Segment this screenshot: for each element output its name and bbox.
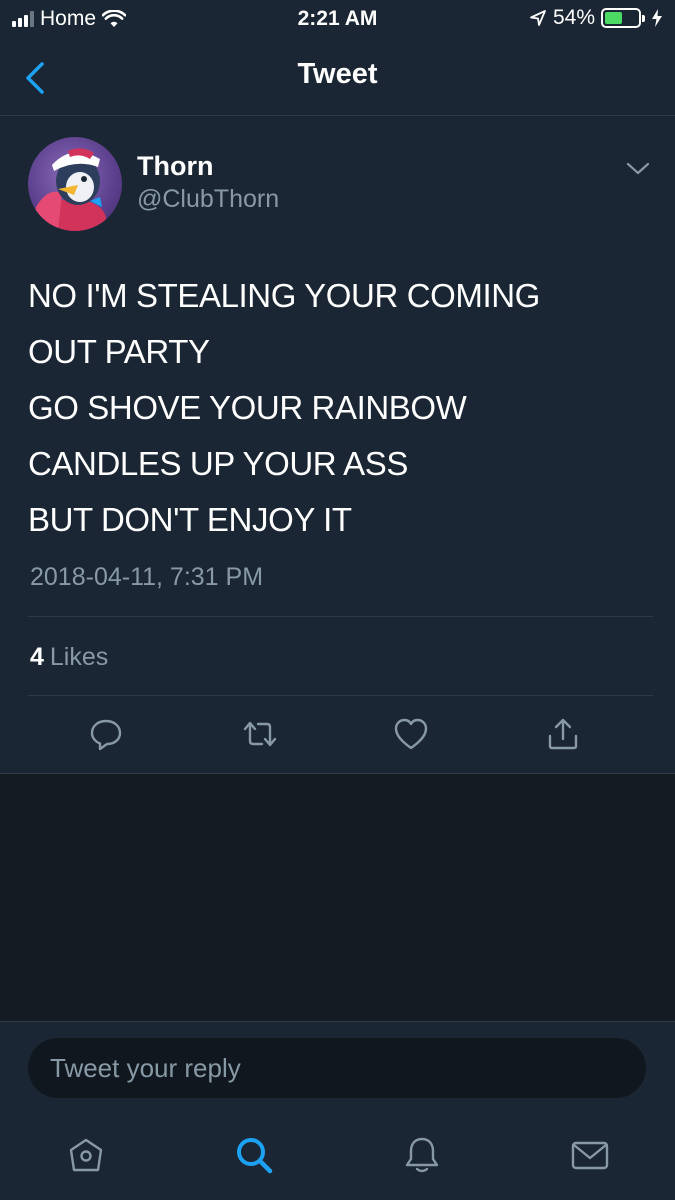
tweet-card: Thorn @ClubThorn NO I'M STEALING YOUR CO… — [0, 116, 675, 774]
tweet-text-line: GO SHOVE YOUR RAINBOW — [28, 389, 467, 426]
tab-bar — [0, 1130, 675, 1186]
battery-icon — [601, 8, 645, 28]
reply-icon — [90, 719, 122, 751]
share-button[interactable] — [541, 712, 585, 756]
nav-bar: Tweet — [0, 36, 675, 116]
tab-notifications[interactable] — [397, 1130, 447, 1180]
search-icon — [237, 1138, 273, 1174]
like-icon — [394, 718, 428, 750]
battery-percent: 54% — [552, 6, 595, 29]
reply-input[interactable] — [28, 1038, 646, 1098]
avatar[interactable] — [28, 137, 122, 231]
tweet-text: NO I'M STEALING YOUR COMING OUT PARTY GO… — [28, 268, 648, 548]
tweet-text-line: NO I'M STEALING YOUR COMING — [28, 277, 540, 314]
notifications-icon — [405, 1137, 439, 1173]
status-bar: Home 2:21 AM 54% — [0, 0, 675, 36]
bottom-bar — [0, 1021, 675, 1200]
tweet-timestamp: 2018-04-11, 7:31 PM — [30, 563, 264, 591]
messages-icon — [571, 1141, 609, 1170]
tweet-text-line: OUT PARTY — [28, 333, 210, 370]
tweet-actions — [0, 712, 675, 756]
likes-number: 4 — [30, 643, 44, 671]
home-icon — [69, 1138, 103, 1172]
penguin-avatar-image — [32, 148, 106, 231]
tab-search[interactable] — [229, 1130, 279, 1180]
tab-home[interactable] — [61, 1130, 111, 1180]
likes-label: Likes — [49, 643, 109, 671]
author-handle[interactable]: @ClubThorn — [137, 185, 279, 214]
divider — [28, 616, 653, 617]
battery-level — [605, 12, 623, 24]
page-title: Tweet — [297, 58, 378, 90]
status-right: 54% — [529, 6, 663, 30]
tab-messages[interactable] — [565, 1130, 615, 1180]
tweet-text-line: CANDLES UP YOUR ASS — [28, 445, 408, 482]
author-name[interactable]: Thorn — [137, 151, 213, 182]
charging-icon — [652, 9, 662, 27]
likes-count[interactable]: 4 Likes — [30, 643, 108, 672]
tweet-text-line: BUT DON'T ENJOY IT — [28, 501, 352, 538]
share-icon — [548, 718, 578, 750]
retweet-button[interactable] — [238, 712, 282, 756]
chevron-down-icon[interactable] — [625, 160, 651, 178]
like-button[interactable] — [389, 712, 433, 756]
location-icon — [530, 10, 546, 26]
divider — [28, 695, 653, 696]
retweet-icon — [243, 721, 277, 747]
reply-button[interactable] — [84, 712, 128, 756]
replies-area — [0, 775, 675, 1021]
